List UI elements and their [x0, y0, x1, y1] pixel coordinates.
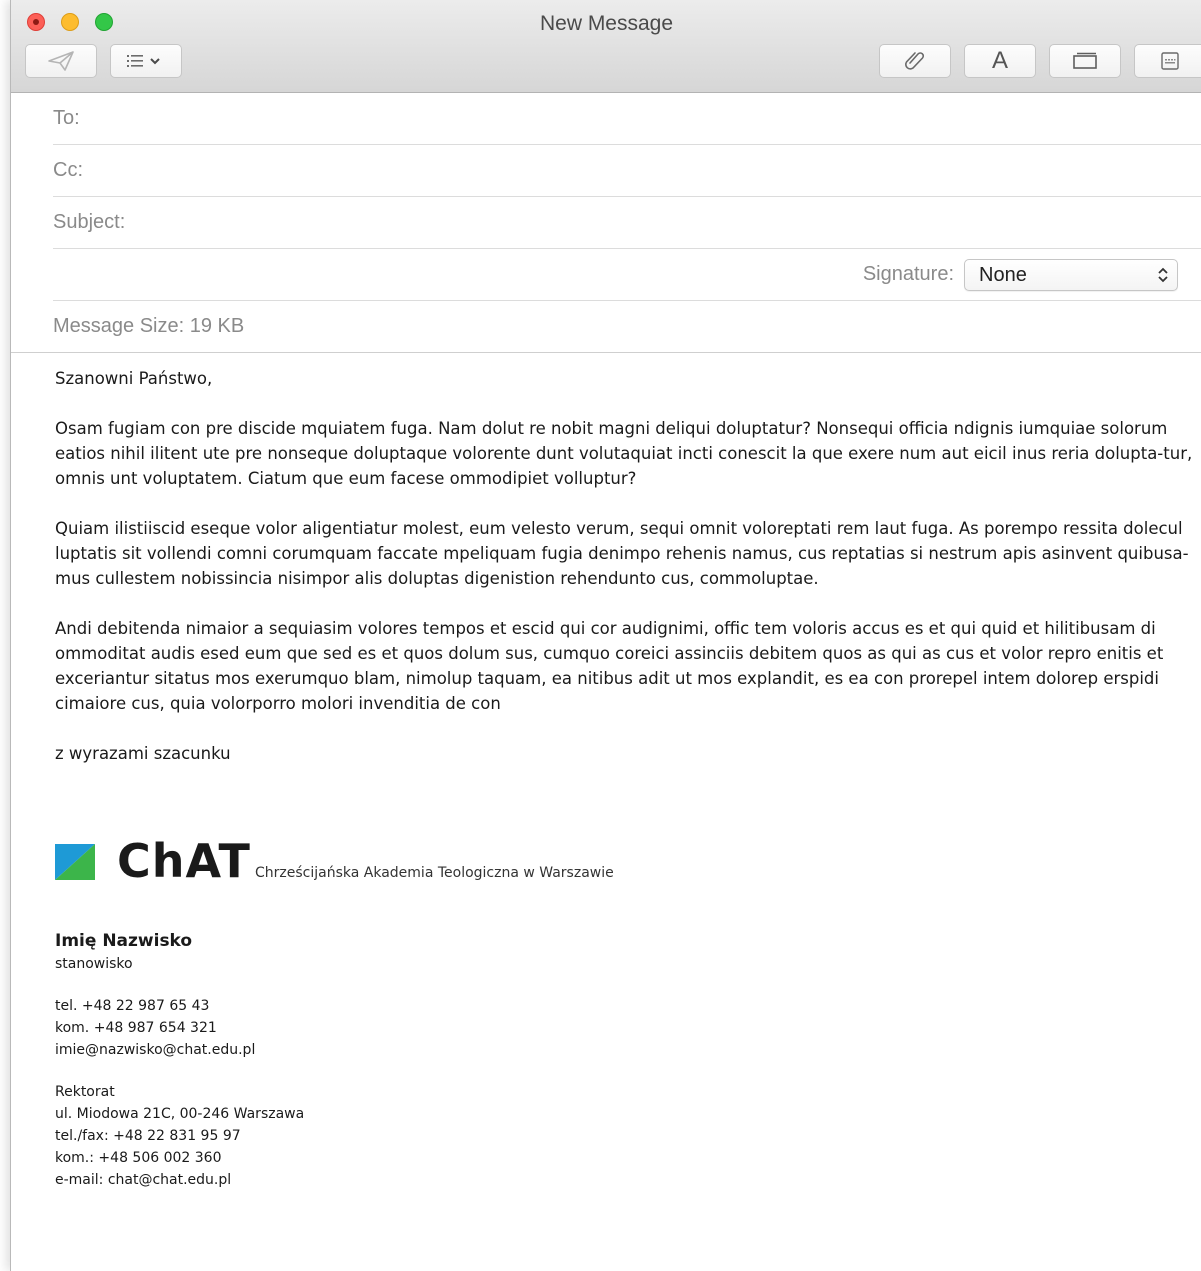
to-field[interactable]: To: [53, 93, 1201, 145]
signature-name: Imię Nazwisko [55, 931, 193, 951]
signature-kom: kom. +48 987 654 321 [55, 1020, 217, 1036]
office-address: ul. Miodowa 21C, 00-246 Warszawa [55, 1106, 305, 1122]
chat-logo-mark [55, 844, 95, 880]
signature-tel: tel. +48 22 987 65 43 [55, 998, 210, 1014]
signature-label: Signature: [862, 263, 954, 285]
message-body[interactable]: Szanowni Państwo, Osam fugiam con pre di… [55, 366, 1195, 791]
photo-browser-button[interactable] [1049, 44, 1121, 78]
signature-position: stanowisko [55, 956, 133, 972]
message-window: New Message A To: Cc: Subject: Signature… [10, 0, 1201, 1271]
title-bar: New Message A [11, 0, 1201, 93]
office-telfax: tel./fax: +48 22 831 95 97 [55, 1128, 241, 1144]
message-size-label: Message Size: 19 KB [53, 315, 245, 337]
office-email[interactable]: e-mail: chat@chat.edu.pl [55, 1169, 304, 1191]
signature-email[interactable]: imie@nazwisko@chat.edu.pl [55, 1039, 304, 1061]
subject-field[interactable]: Subject: [53, 197, 1201, 249]
format-bar-icon [1161, 52, 1179, 70]
greeting: Szanowni Państwo, [55, 369, 213, 388]
signature-row: Signature: None [53, 249, 1201, 301]
body-paragraph-1: Osam fugiam con pre discide mquiatem fug… [55, 419, 1193, 488]
attach-button[interactable] [879, 44, 951, 78]
signature-select-value: None [979, 264, 1027, 286]
paper-plane-icon [48, 51, 74, 71]
list-icon [127, 55, 160, 67]
format-bar-button[interactable] [1134, 44, 1201, 78]
window-title: New Message [539, 12, 674, 35]
chat-full-name: Chrześcijańska Akademia Teologiczna w Wa… [255, 865, 614, 881]
chat-wordmark: ChAT [117, 834, 251, 888]
email-signature: Imię Nazwisko stanowisko tel. +48 22 987… [55, 929, 304, 1191]
photo-browser-icon [1073, 52, 1097, 69]
cc-field[interactable]: Cc: [53, 145, 1201, 197]
to-label: To: [53, 107, 80, 129]
paperclip-icon [905, 52, 925, 70]
subject-label: Subject: [53, 211, 126, 233]
body-paragraph-3: Andi debitenda nimaior a sequiasim volor… [55, 619, 1164, 713]
office-kom: kom.: +48 506 002 360 [55, 1150, 222, 1166]
body-paragraph-2: Quiam ilistiiscid eseque volor aligentia… [55, 519, 1189, 588]
closing: z wyrazami szacunku [55, 744, 231, 763]
font-button[interactable]: A [964, 44, 1036, 78]
cc-label: Cc: [53, 159, 83, 181]
message-size-row: Message Size: 19 KB [11, 301, 1201, 353]
up-down-chevron-icon [1158, 267, 1168, 283]
send-button[interactable] [25, 44, 97, 78]
office-name: Rektorat [55, 1084, 115, 1100]
header-fields-menu-button[interactable] [110, 44, 182, 78]
signature-select[interactable]: None [964, 259, 1178, 291]
font-icon: A [991, 47, 1008, 74]
